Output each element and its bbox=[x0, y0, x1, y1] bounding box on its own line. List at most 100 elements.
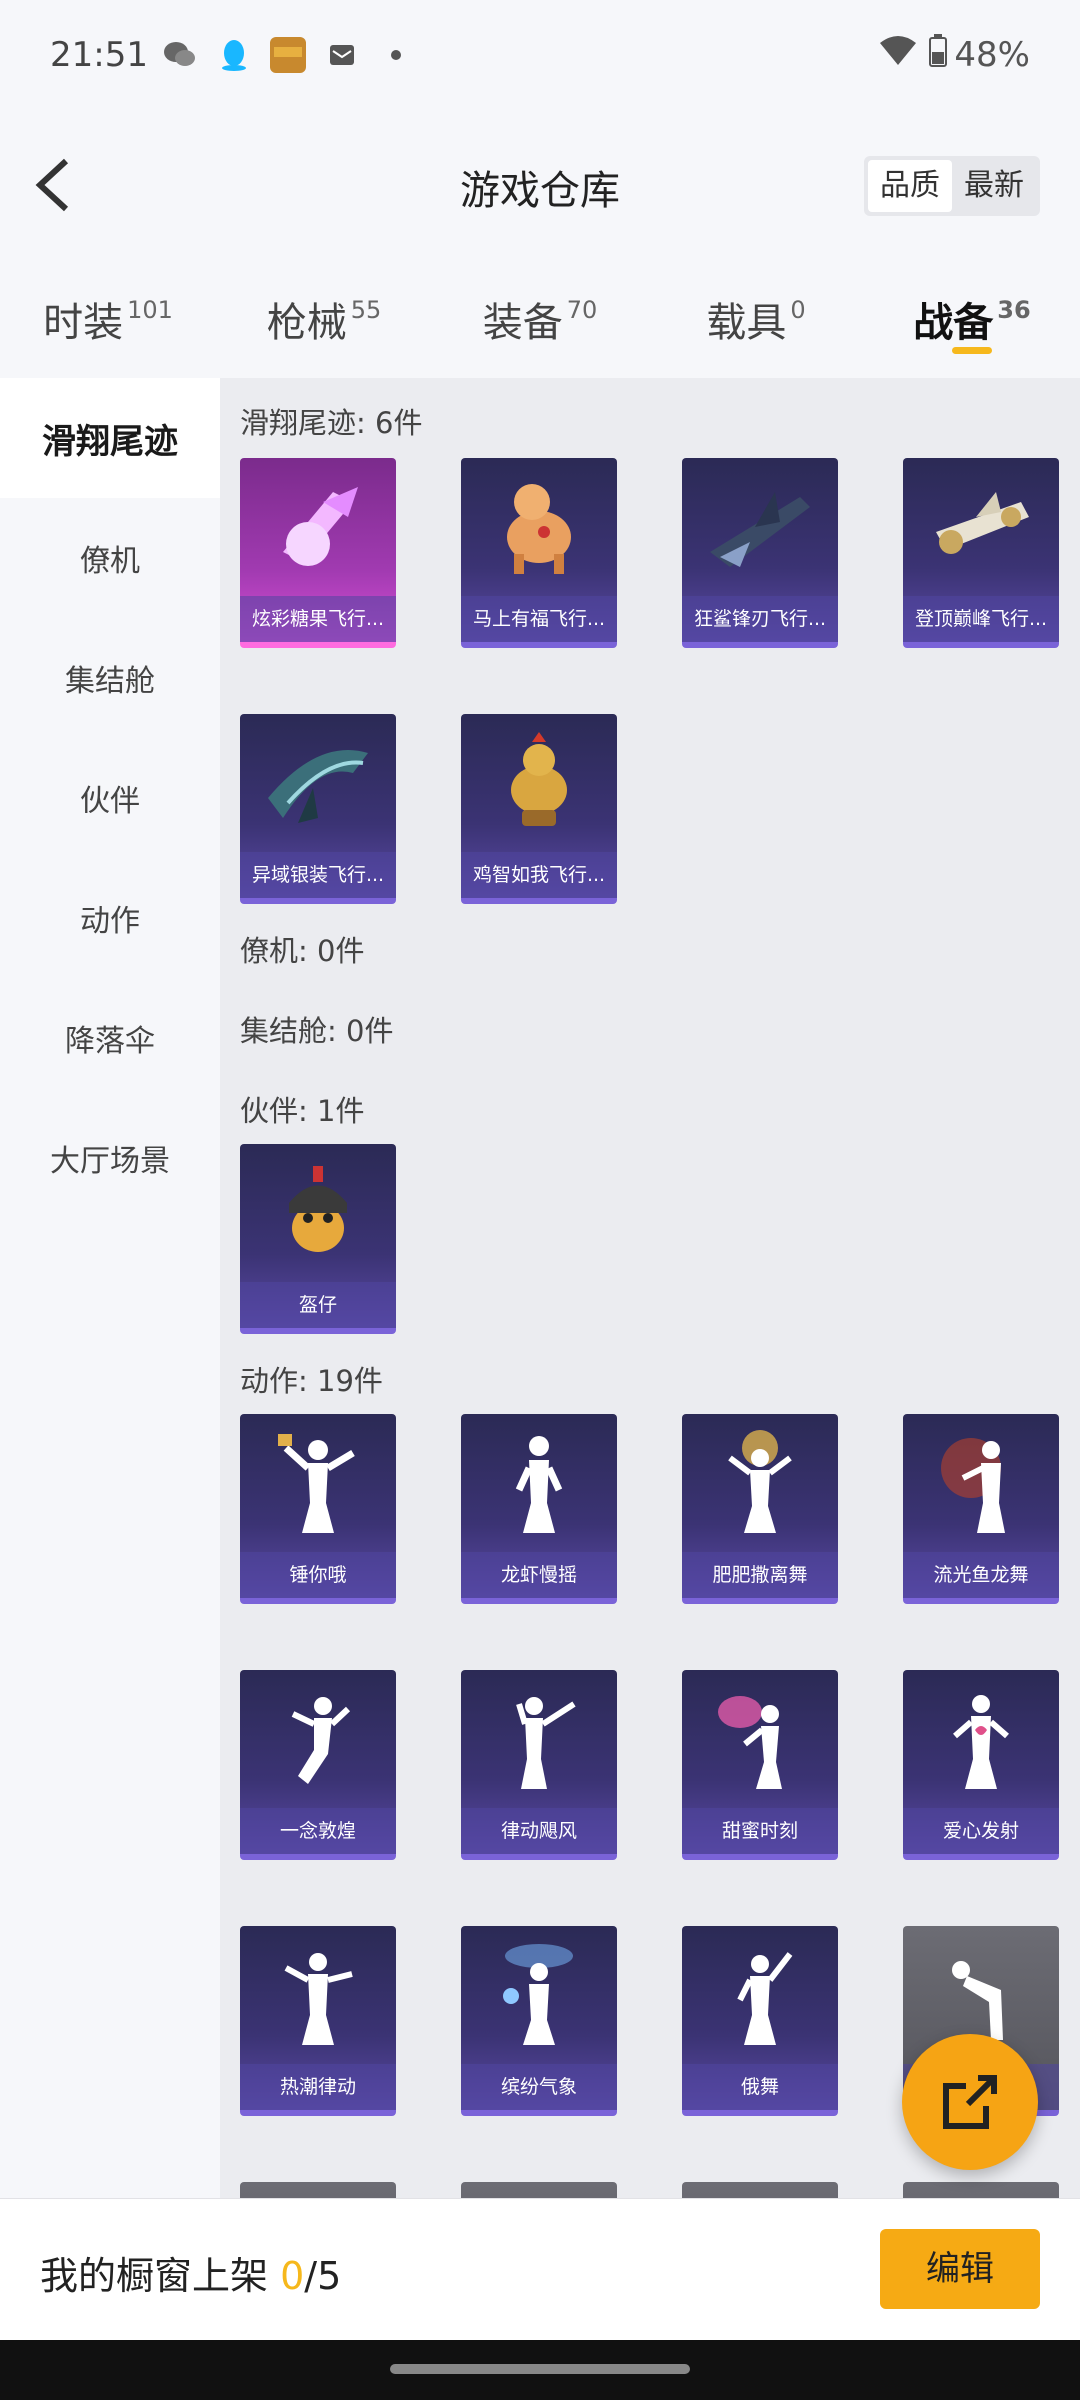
tab-count: 0 bbox=[790, 296, 806, 324]
item-card[interactable] bbox=[240, 2182, 396, 2198]
item-label: 马上有福飞行... bbox=[461, 596, 617, 642]
battery-percent: 48% bbox=[954, 35, 1030, 75]
item-card[interactable]: 缤纷气象 bbox=[461, 1926, 617, 2116]
tab-guns[interactable]: 枪械 55 bbox=[216, 260, 432, 378]
top-bar: 游戏仓库 品质 最新 bbox=[0, 110, 1080, 260]
tab-label: 枪械 bbox=[266, 300, 347, 346]
tab-count: 36 bbox=[997, 296, 1031, 324]
sort-toggle[interactable]: 品质 最新 bbox=[864, 156, 1040, 216]
sidebar-item-capsule[interactable]: 集结舱 bbox=[0, 618, 220, 738]
sort-newest-button[interactable]: 最新 bbox=[952, 160, 1036, 212]
item-label: 鸡智如我飞行... bbox=[461, 852, 617, 898]
edit-button[interactable]: 编辑 bbox=[880, 2229, 1040, 2309]
item-card[interactable]: 律动飓风 bbox=[461, 1670, 617, 1860]
showcase-status: 我的橱窗上架 0/5 bbox=[40, 2245, 341, 2300]
item-card[interactable] bbox=[903, 2182, 1059, 2198]
item-label: 狂鲨锋刃飞行... bbox=[682, 596, 838, 642]
item-card[interactable]: 登顶巅峰飞行... bbox=[903, 458, 1059, 648]
item-card[interactable]: 异域银装飞行... bbox=[240, 714, 396, 904]
item-label: 热潮律动 bbox=[240, 2064, 396, 2110]
item-card[interactable]: 鸡智如我飞行... bbox=[461, 714, 617, 904]
item-label: 盔仔 bbox=[240, 1282, 396, 1328]
tab-count: 101 bbox=[127, 296, 173, 324]
sidebar-item-parachute[interactable]: 降落伞 bbox=[0, 978, 220, 1098]
item-label: 锤你哦 bbox=[240, 1552, 396, 1598]
section-title-glide: 滑翔尾迹: 6件 bbox=[240, 406, 423, 440]
item-card[interactable]: 一念敦煌 bbox=[240, 1670, 396, 1860]
sidebar: 滑翔尾迹 僚机 集结舱 伙伴 动作 降落伞 大厅场景 bbox=[0, 378, 220, 2198]
tab-fashion[interactable]: 时装 101 bbox=[0, 260, 216, 378]
item-card[interactable] bbox=[461, 2182, 617, 2198]
item-card[interactable]: 爱心发射 bbox=[903, 1670, 1059, 1860]
section-title-partner: 伙伴: 1件 bbox=[240, 1094, 365, 1128]
item-label: 肥肥撒离舞 bbox=[682, 1552, 838, 1598]
dancer-heart-icon bbox=[903, 1670, 1059, 1808]
helmet-chick-icon bbox=[240, 1144, 396, 1282]
item-card[interactable]: 热潮律动 bbox=[240, 1926, 396, 2116]
item-card[interactable]: 狂鲨锋刃飞行... bbox=[682, 458, 838, 648]
dancer-wind-icon bbox=[461, 1670, 617, 1808]
dancer-dragon-icon bbox=[903, 1414, 1059, 1552]
jet-glider-icon bbox=[903, 458, 1059, 596]
item-card[interactable] bbox=[682, 2182, 838, 2198]
section-title-action: 动作: 19件 bbox=[240, 1364, 383, 1398]
qq-icon bbox=[216, 37, 252, 73]
share-button[interactable] bbox=[902, 2034, 1038, 2170]
item-card[interactable]: 肥肥撒离舞 bbox=[682, 1414, 838, 1604]
tab-label: 时装 bbox=[43, 300, 124, 346]
shark-glider-icon bbox=[682, 458, 838, 596]
item-card[interactable]: 锤你哦 bbox=[240, 1414, 396, 1604]
item-card[interactable]: 炫彩糖果飞行... bbox=[240, 458, 396, 648]
sidebar-item-action[interactable]: 动作 bbox=[0, 858, 220, 978]
item-card[interactable]: 流光鱼龙舞 bbox=[903, 1414, 1059, 1604]
item-label: 流光鱼龙舞 bbox=[903, 1552, 1059, 1598]
item-label: 异域银装飞行... bbox=[240, 852, 396, 898]
item-card[interactable]: 俄舞 bbox=[682, 1926, 838, 2116]
tab-count: 55 bbox=[350, 296, 382, 324]
sidebar-item-glide-trail[interactable]: 滑翔尾迹 bbox=[0, 378, 220, 498]
tab-label: 战备 bbox=[913, 300, 994, 346]
item-card[interactable]: 龙虾慢摇 bbox=[461, 1414, 617, 1604]
mail-icon bbox=[324, 37, 360, 73]
system-nav-bar bbox=[0, 2340, 1080, 2400]
item-content: 滑翔尾迹: 6件 炫彩糖果飞行... 马上有福飞行... 狂鲨锋刃飞行... 登… bbox=[220, 378, 1080, 2198]
showcase-label: 我的橱窗上架 bbox=[40, 2254, 281, 2298]
item-label: 甜蜜时刻 bbox=[682, 1808, 838, 1854]
dancer-heatwave-icon bbox=[240, 1926, 396, 2064]
tab-label: 载具 bbox=[706, 300, 787, 346]
item-label: 缤纷气象 bbox=[461, 2064, 617, 2110]
dancer-fireworks-icon bbox=[682, 1414, 838, 1552]
sort-quality-button[interactable]: 品质 bbox=[868, 160, 952, 212]
item-label: 炫彩糖果飞行... bbox=[240, 596, 396, 642]
item-label: 登顶巅峰飞行... bbox=[903, 596, 1059, 642]
wechat-icon bbox=[162, 37, 198, 73]
horse-glider-icon bbox=[461, 458, 617, 596]
chicken-glider-icon bbox=[461, 714, 617, 852]
sidebar-item-wingman[interactable]: 僚机 bbox=[0, 498, 220, 618]
wifi-icon bbox=[878, 35, 918, 76]
item-label: 律动飓风 bbox=[461, 1808, 617, 1854]
showcase-total-count: /5 bbox=[304, 2254, 342, 2298]
dancer-dunhuang-icon bbox=[240, 1670, 396, 1808]
tab-vehicles[interactable]: 载具 0 bbox=[648, 260, 864, 378]
tab-label: 装备 bbox=[482, 300, 563, 346]
sidebar-item-lobby-scene[interactable]: 大厅场景 bbox=[0, 1098, 220, 1218]
dancer-icon bbox=[461, 1414, 617, 1552]
dot-icon bbox=[378, 37, 414, 73]
status-bar: 21:51 48% bbox=[0, 0, 1080, 110]
item-card[interactable]: 盔仔 bbox=[240, 1144, 396, 1334]
silver-glider-icon bbox=[240, 714, 396, 852]
item-card[interactable]: 马上有福飞行... bbox=[461, 458, 617, 648]
item-card[interactable]: 甜蜜时刻 bbox=[682, 1670, 838, 1860]
share-icon bbox=[943, 2075, 997, 2129]
tab-combat-gear[interactable]: 战备 36 bbox=[864, 260, 1080, 378]
battery-icon bbox=[928, 33, 948, 77]
sidebar-item-partner[interactable]: 伙伴 bbox=[0, 738, 220, 858]
tab-equipment[interactable]: 装备 70 bbox=[432, 260, 648, 378]
home-gesture-handle[interactable] bbox=[390, 2364, 690, 2374]
dancer-sweet-icon bbox=[682, 1670, 838, 1808]
item-label: 爱心发射 bbox=[903, 1808, 1059, 1854]
dancer-russian-icon bbox=[682, 1926, 838, 2064]
showcase-bar: 我的橱窗上架 0/5 编辑 bbox=[0, 2198, 1080, 2340]
dancer-hammer-icon bbox=[240, 1414, 396, 1552]
